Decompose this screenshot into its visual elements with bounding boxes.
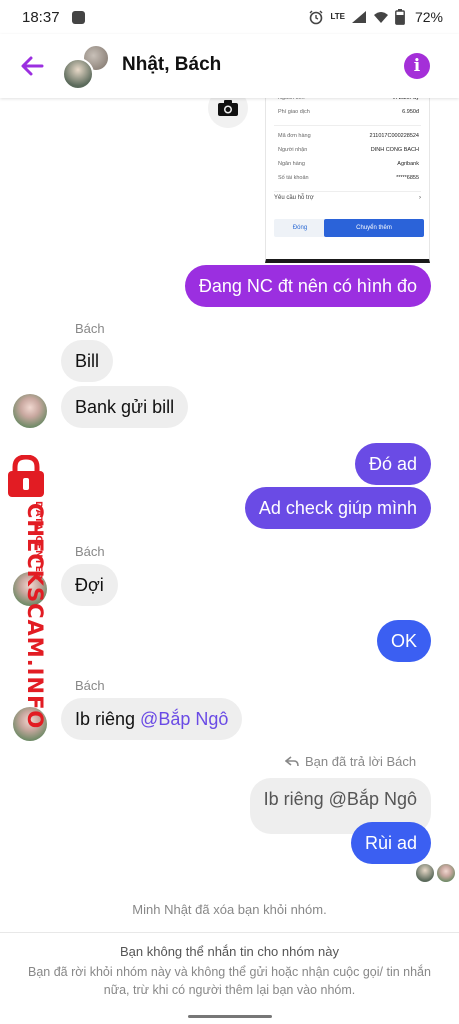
- receipt-row: Nguồn tiền Ví ZaloPay: [278, 98, 419, 101]
- avatar[interactable]: [13, 707, 47, 741]
- receipt-row: Người nhận DINH CONG BACH: [278, 147, 419, 153]
- footer-body: Bạn đã rời khỏi nhóm này và không thể gử…: [28, 965, 431, 997]
- conversation-header: Nhật, Bách i: [0, 34, 459, 98]
- receipt-row: Mã đơn hàng 211017C000228524: [278, 133, 419, 139]
- receipt-transfer-button: Chuyển thêm: [324, 219, 424, 237]
- volte-lte-icon: LTE: [330, 12, 345, 21]
- message-bubble-outgoing[interactable]: Rùi ad: [350, 822, 431, 864]
- seen-avatar: [437, 864, 455, 882]
- reply-arrow-icon: [285, 755, 299, 766]
- signal-icon: [351, 11, 366, 23]
- reply-note-text: Bạn đã trả lời Bách: [305, 754, 417, 769]
- message-bubble-outgoing[interactable]: OK: [376, 620, 431, 662]
- mention-link[interactable]: @Bắp Ngô: [140, 709, 228, 729]
- message-bubble-incoming[interactable]: Bank gửi bill: [61, 386, 189, 428]
- message-bubble-outgoing[interactable]: Đang NC đt nên có hình đo: [184, 265, 431, 307]
- message-bubble-incoming[interactable]: Bill: [61, 340, 114, 382]
- footer-title: Bạn không thể nhắn tin cho nhóm này: [120, 944, 339, 959]
- sender-name: Bách: [75, 544, 105, 559]
- avatar: [62, 58, 94, 90]
- seen-avatar: [416, 864, 434, 882]
- status-time: 18:37: [22, 8, 60, 26]
- divider: [274, 125, 421, 126]
- receipt-row: Phí giao dịch 6.950đ: [278, 109, 419, 115]
- group-avatar[interactable]: [62, 42, 110, 90]
- conversation-title[interactable]: Nhật, Bách: [122, 54, 221, 76]
- status-bar: 18:37 LTE 72%: [0, 0, 459, 34]
- wifi-icon: [373, 12, 388, 23]
- avatar[interactable]: [13, 572, 47, 606]
- alarm-icon: [309, 10, 323, 25]
- receipt-close-button: Đóng: [274, 219, 326, 237]
- reply-indicator: Bạn đã trả lời Bách: [285, 754, 416, 769]
- receipt-row: Ngân hàng Agribank: [278, 161, 419, 167]
- notification-icon: [71, 10, 85, 24]
- message-bubble-incoming[interactable]: Ib riêng @Bắp Ngô: [61, 698, 243, 740]
- message-bubble-outgoing[interactable]: Đó ad: [354, 443, 431, 485]
- info-icon[interactable]: i: [404, 53, 430, 79]
- shared-screenshot-image[interactable]: Nguồn tiền Ví ZaloPay Phí giao dịch 6.950đ…: [265, 98, 430, 263]
- message-bubble-incoming[interactable]: Đợi: [61, 564, 118, 606]
- battery-icon: [395, 9, 405, 25]
- avatar[interactable]: [13, 394, 47, 428]
- home-indicator[interactable]: [188, 1015, 272, 1018]
- camera-icon[interactable]: [208, 98, 248, 128]
- sender-name: Bách: [75, 678, 105, 693]
- back-arrow-icon[interactable]: [18, 52, 46, 80]
- message-list[interactable]: Nguồn tiền Ví ZaloPay Phí giao dịch 6.950đ…: [0, 98, 459, 932]
- support-row: Yêu cầu hỗ trợ ›: [274, 195, 421, 201]
- battery-percent: 72%: [414, 9, 443, 25]
- system-notice: Minh Nhật đã xóa bạn khỏi nhóm.: [132, 902, 327, 917]
- messenger-screen: 18:37 LTE 72% Nhật, Bách i Nguồn tiền Ví …: [0, 0, 459, 1024]
- status-icons: LTE 72%: [308, 9, 443, 25]
- message-text: Ib riêng: [75, 709, 141, 729]
- message-bubble-outgoing[interactable]: Ad check giúp mình: [244, 487, 431, 529]
- blocked-footer: Bạn không thể nhắn tin cho nhóm này Bạn …: [0, 932, 459, 1024]
- receipt-row: Số tài khoản *****6855: [278, 175, 419, 181]
- sender-name: Bách: [75, 321, 105, 336]
- divider: [274, 191, 421, 192]
